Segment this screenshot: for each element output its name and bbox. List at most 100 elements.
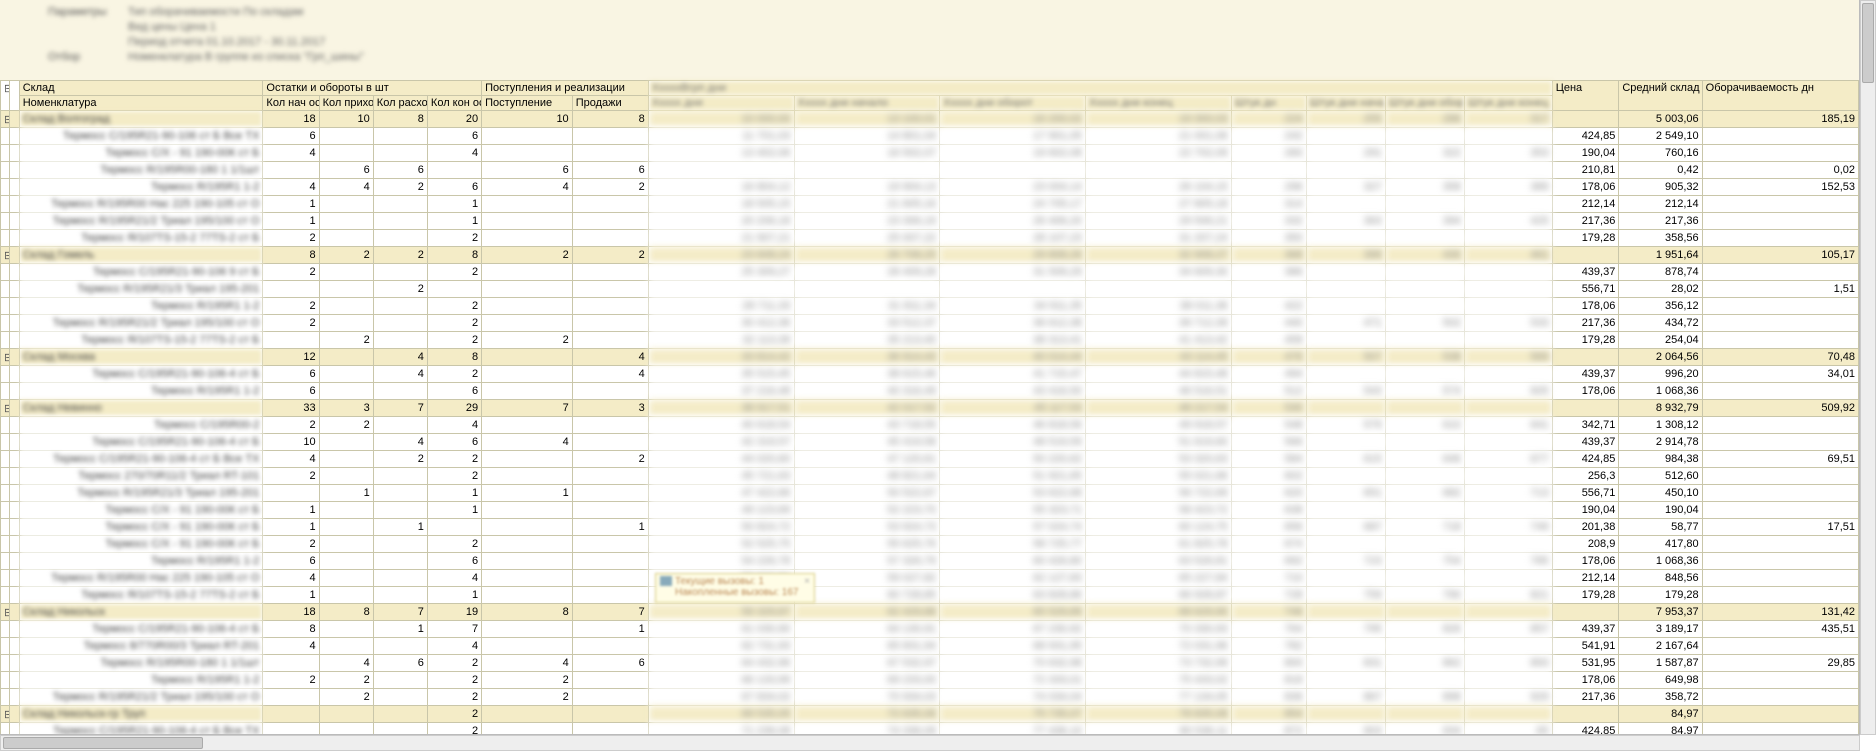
qty-cell[interactable]: 4 <box>373 349 427 366</box>
expand-toggle[interactable] <box>1 417 10 434</box>
qty-cell[interactable]: 8 <box>319 604 373 621</box>
nomenclature-cell[interactable]: Термосс 8/770R00/3 Триал RT-201 <box>19 638 263 655</box>
qty-cell[interactable]: 1 <box>427 196 481 213</box>
qty-cell[interactable] <box>572 196 648 213</box>
qty-cell[interactable] <box>482 145 573 162</box>
table-row[interactable]: Термосс С/Х - 91 190-00К ст Б1149 123,69… <box>1 502 1859 519</box>
price-cell[interactable]: 342,71 <box>1552 417 1619 434</box>
qty-cell[interactable] <box>263 689 319 706</box>
price-cell[interactable]: 212,14 <box>1552 196 1619 213</box>
price-cell[interactable]: 208,9 <box>1552 536 1619 553</box>
qty-cell[interactable]: 1 <box>263 196 319 213</box>
qty-cell[interactable] <box>373 689 427 706</box>
price-cell[interactable]: 212,14 <box>1552 570 1619 587</box>
expand-toggle[interactable]: ⊟ <box>1 349 10 366</box>
qty-cell[interactable] <box>263 706 319 723</box>
qty-cell[interactable] <box>572 264 648 281</box>
group-row[interactable]: ⊟Склад Невинно3337297338 917,5142 017,52… <box>1 400 1859 417</box>
avg-stock-cell[interactable]: 8 932,79 <box>1619 400 1702 417</box>
qty-cell[interactable]: 1 <box>427 213 481 230</box>
avg-stock-cell[interactable]: 905,32 <box>1619 179 1702 196</box>
qty-cell[interactable] <box>572 468 648 485</box>
avg-stock-cell[interactable]: 2 167,64 <box>1619 638 1702 655</box>
nomenclature-cell[interactable]: Термосс R/195R1 1-2 <box>19 298 263 315</box>
price-cell[interactable]: 178,06 <box>1552 553 1619 570</box>
qty-cell[interactable] <box>482 536 573 553</box>
qty-cell[interactable] <box>482 621 573 638</box>
avg-stock-cell[interactable]: 212,14 <box>1619 196 1702 213</box>
qty-cell[interactable]: 4 <box>482 434 573 451</box>
price-cell[interactable]: 190,04 <box>1552 145 1619 162</box>
qty-cell[interactable]: 2 <box>373 451 427 468</box>
qty-cell[interactable]: 7 <box>482 400 573 417</box>
qty-cell[interactable]: 6 <box>427 553 481 570</box>
qty-cell[interactable] <box>263 485 319 502</box>
qty-cell[interactable] <box>482 502 573 519</box>
avg-stock-cell[interactable]: 984,38 <box>1619 451 1702 468</box>
nomenclature-cell[interactable]: Термосс 270/70R11/2 Триал RT-101 <box>19 468 263 485</box>
expand-toggle[interactable] <box>1 621 10 638</box>
toggle-header[interactable]: ⊟ <box>1 81 10 111</box>
qty-cell[interactable] <box>319 434 373 451</box>
turnover-cell[interactable] <box>1702 434 1858 451</box>
nomenclature-cell[interactable]: Термосс С/195R21-90-106-4 ст Б <box>19 366 263 383</box>
avg-stock-cell[interactable]: 254,04 <box>1619 332 1702 349</box>
qty-cell[interactable]: 2 <box>263 672 319 689</box>
nomenclature-cell[interactable]: Термосс Я/107TS-15-2 77TS-2 ст Б <box>19 332 263 349</box>
vertical-scrollbar[interactable] <box>1860 0 1876 735</box>
qty-cell[interactable]: 2 <box>427 655 481 672</box>
table-row[interactable]: Термосс 8/770R00/3 Триал RT-2014462 731,… <box>1 638 1859 655</box>
qty-cell[interactable]: 1 <box>263 502 319 519</box>
qty-cell[interactable] <box>319 230 373 247</box>
turnover-cell[interactable]: 185,19 <box>1702 111 1858 128</box>
expand-toggle[interactable] <box>1 281 10 298</box>
qty-cell[interactable] <box>482 723 573 736</box>
turnover-cell[interactable]: 0,02 <box>1702 162 1858 179</box>
nomenclature-cell[interactable]: Термосс R/195R1 1-2 <box>19 383 263 400</box>
expand-toggle[interactable] <box>1 213 10 230</box>
expand-toggle[interactable] <box>1 128 10 145</box>
qty-cell[interactable] <box>572 298 648 315</box>
qty-cell[interactable] <box>427 162 481 179</box>
qty-cell[interactable] <box>373 383 427 400</box>
qty-cell[interactable] <box>572 689 648 706</box>
qty-cell[interactable]: 2 <box>263 536 319 553</box>
qty-cell[interactable]: 2 <box>427 451 481 468</box>
expand-toggle[interactable]: ⊟ <box>1 400 10 417</box>
table-row[interactable]: Термосс С/Х - 91 190-00К ст Б4413 402,06… <box>1 145 1859 162</box>
qty-cell[interactable] <box>482 128 573 145</box>
price-cell[interactable]: 178,06 <box>1552 179 1619 196</box>
qty-cell[interactable]: 6 <box>263 366 319 383</box>
avg-stock-cell[interactable]: 84,97 <box>1619 706 1702 723</box>
nomenclature-cell[interactable]: Термосс С/195R21-90-106-4 ст Б <box>19 621 263 638</box>
qty-cell[interactable]: 2 <box>427 468 481 485</box>
turnover-cell[interactable] <box>1702 230 1858 247</box>
qty-cell[interactable]: 2 <box>482 247 573 264</box>
avg-stock-cell[interactable]: 434,72 <box>1619 315 1702 332</box>
qty-cell[interactable] <box>263 723 319 736</box>
turnover-cell[interactable] <box>1702 723 1858 736</box>
qty-cell[interactable] <box>482 196 573 213</box>
qty-cell[interactable]: 7 <box>373 604 427 621</box>
price-cell[interactable]: 439,37 <box>1552 434 1619 451</box>
qty-cell[interactable] <box>482 417 573 434</box>
avg-stock-cell[interactable]: 2 914,78 <box>1619 434 1702 451</box>
qty-cell[interactable]: 1 <box>572 621 648 638</box>
expand-toggle[interactable]: ⊟ <box>1 247 10 264</box>
qty-cell[interactable] <box>319 502 373 519</box>
turnover-cell[interactable]: 509,92 <box>1702 400 1858 417</box>
qty-cell[interactable] <box>319 638 373 655</box>
expand-toggle[interactable]: ⊟ <box>1 111 10 128</box>
qty-cell[interactable]: 8 <box>482 604 573 621</box>
nomenclature-cell[interactable]: Термосс R/195R00-180 1 1/1шт <box>19 655 263 672</box>
expand-toggle[interactable] <box>1 519 10 536</box>
qty-cell[interactable]: 2 <box>373 179 427 196</box>
turnover-cell[interactable] <box>1702 587 1858 604</box>
avg-stock-cell[interactable]: 28,02 <box>1619 281 1702 298</box>
qty-cell[interactable] <box>572 128 648 145</box>
nomenclature-cell[interactable]: Склад Гомель <box>19 247 263 264</box>
qty-cell[interactable] <box>482 383 573 400</box>
qty-cell[interactable]: 3 <box>572 400 648 417</box>
qty-cell[interactable]: 20 <box>427 111 481 128</box>
nomenclature-cell[interactable]: Термосс С/195R00-2 <box>19 417 263 434</box>
